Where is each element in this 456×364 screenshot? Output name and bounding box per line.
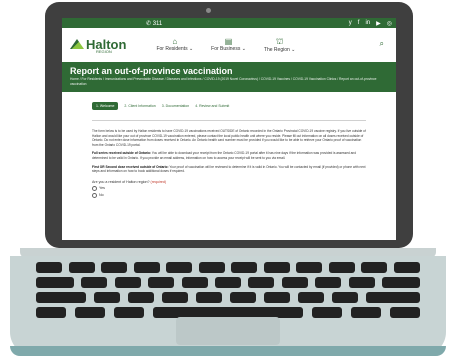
key: [75, 307, 105, 318]
key: [36, 307, 66, 318]
question-label: Are you a resident of Halton region?: [92, 179, 150, 184]
key: [128, 292, 154, 303]
key: [148, 277, 175, 288]
utility-bar: ✆ 311 y f in ▶ ◎: [62, 18, 396, 28]
key: [198, 262, 225, 273]
instagram-icon[interactable]: ◎: [387, 20, 392, 27]
resident-question: Are you a resident of Halton region? (re…: [92, 180, 366, 184]
key: [328, 262, 355, 273]
laptop-base-edge: [10, 346, 446, 356]
key: [263, 262, 290, 273]
radio-label: No: [99, 193, 104, 198]
key: [196, 292, 222, 303]
radio-circle-icon[interactable]: [92, 185, 97, 191]
key: [348, 277, 375, 288]
key: [281, 277, 308, 288]
radio-no[interactable]: No: [92, 192, 366, 198]
key: [381, 277, 420, 288]
halton-logo-icon: [70, 39, 84, 49]
phone-number[interactable]: ✆ 311: [146, 20, 162, 27]
key: [361, 262, 388, 273]
key: [315, 277, 342, 288]
para-bold: First OR Second dose received outside of…: [92, 164, 169, 169]
twitter-icon[interactable]: y: [349, 20, 352, 27]
page-header: Report an out-of-province vaccination Ho…: [62, 62, 396, 92]
nav-the-region[interactable]: ⛫ The Region ⌄: [264, 37, 295, 53]
linkedin-icon[interactable]: in: [365, 20, 370, 27]
search-icon[interactable]: ⌕: [380, 39, 384, 49]
key: [36, 292, 86, 303]
step-documentation[interactable]: 3. Documentation: [162, 104, 189, 108]
form-content: 1. Welcome 2. Client Information 3. Docu…: [62, 102, 396, 198]
webcam-icon: [206, 8, 211, 13]
form-steps: 1. Welcome 2. Client Information 3. Docu…: [92, 102, 366, 110]
key: [393, 262, 420, 273]
key: [133, 262, 160, 273]
divider: [92, 120, 366, 121]
key: [36, 262, 62, 273]
key: [36, 277, 74, 288]
key: [114, 277, 141, 288]
phone-number-text: 311: [152, 20, 163, 27]
social-links: y f in ▶ ◎: [349, 20, 392, 27]
partial-dose-paragraph: First OR Second dose received outside of…: [92, 165, 366, 174]
youtube-icon[interactable]: ▶: [376, 20, 381, 27]
key: [312, 307, 342, 318]
page-title: Report an out-of-province vaccination: [70, 66, 233, 76]
main-nav: Halton REGION ⌂ For Residents ⌄ ▤ For Bu…: [62, 28, 396, 62]
step-client-information[interactable]: 2. Client Information: [124, 104, 155, 108]
nav-for-business[interactable]: ▤ For Business ⌄: [211, 37, 246, 53]
key: [296, 262, 323, 273]
required-marker: (required): [150, 179, 167, 184]
full-series-paragraph: Full series received outside of Ontario:…: [92, 151, 366, 160]
key: [214, 277, 241, 288]
key: [231, 262, 258, 273]
intro-paragraph: The form below is to be used by Halton r…: [92, 129, 366, 147]
key: [68, 262, 95, 273]
trackpad: [176, 317, 280, 345]
key: [81, 277, 108, 288]
key: [332, 292, 358, 303]
key: [114, 307, 144, 318]
region-icon: ⛫: [275, 37, 284, 46]
key: [366, 292, 420, 303]
key: [390, 307, 420, 318]
key: [230, 292, 256, 303]
key: [264, 292, 290, 303]
key: [166, 262, 193, 273]
key: [181, 277, 208, 288]
radio-circle-icon[interactable]: [92, 192, 97, 198]
site-logo[interactable]: Halton REGION: [70, 37, 126, 54]
nav-label: The Region ⌄: [263, 47, 296, 53]
nav-label: For Business ⌄: [211, 46, 246, 52]
key: [298, 292, 324, 303]
para-text: The form below is to be used by Halton r…: [92, 129, 366, 147]
breadcrumb[interactable]: Home / For Residents / Immunizations and…: [70, 77, 388, 87]
key: [101, 262, 128, 273]
keyboard: [36, 262, 420, 322]
facebook-icon[interactable]: f: [358, 20, 360, 27]
radio-yes[interactable]: Yes: [92, 185, 366, 191]
radio-label: Yes: [99, 186, 105, 191]
step-review-submit[interactable]: 4. Review and Submit: [195, 104, 229, 108]
nav-label: For Residents ⌄: [156, 46, 194, 52]
step-welcome[interactable]: 1. Welcome: [92, 102, 119, 110]
para-bold: Full series received outside of Ontario:: [92, 151, 151, 156]
key: [162, 292, 188, 303]
home-icon: ⌂: [172, 37, 178, 46]
browser-screen: ✆ 311 y f in ▶ ◎ Halton REGION ⌂ For Res…: [62, 18, 396, 240]
nav-for-residents[interactable]: ⌂ For Residents ⌄: [156, 37, 193, 53]
key: [94, 292, 120, 303]
key: [351, 307, 381, 318]
key: [248, 277, 275, 288]
business-icon: ▤: [224, 37, 233, 46]
